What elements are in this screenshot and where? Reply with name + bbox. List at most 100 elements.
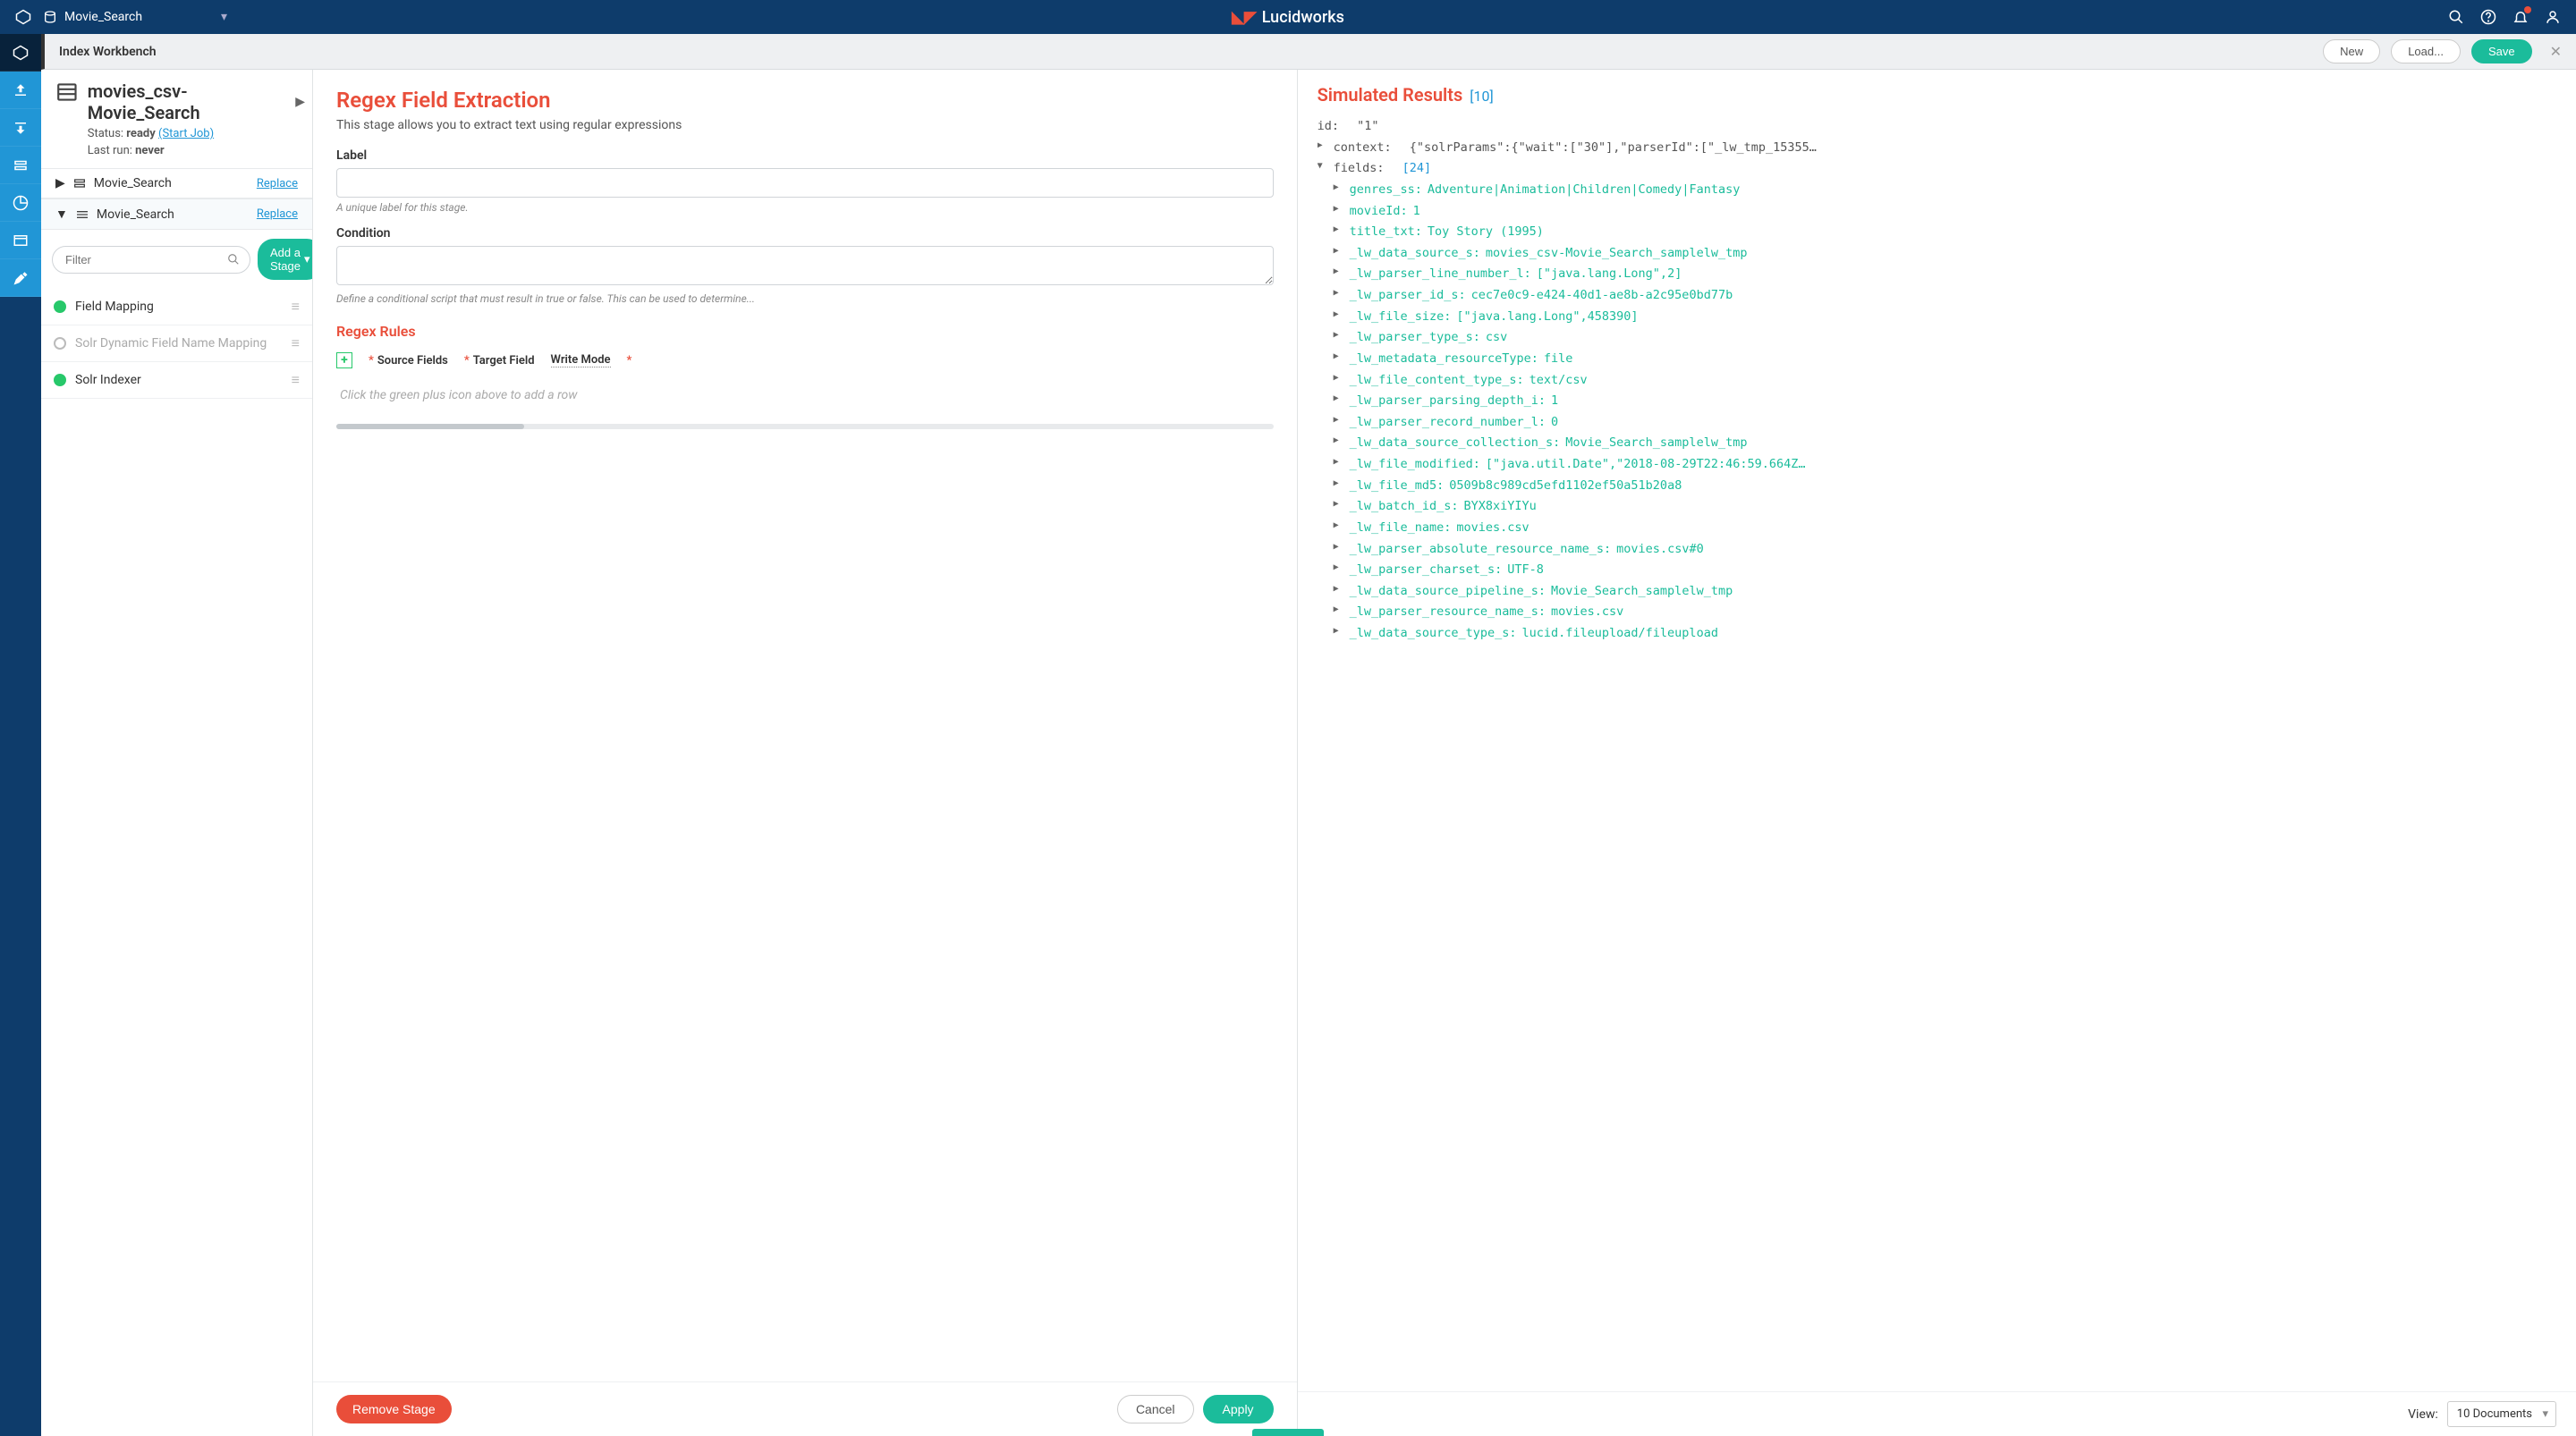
- caret-right-icon[interactable]: ▶: [1334, 433, 1344, 449]
- caret-right-icon[interactable]: ▶: [1334, 602, 1344, 618]
- stage-item[interactable]: Solr Indexer≡: [41, 362, 312, 399]
- start-job-link[interactable]: (Start Job): [158, 127, 214, 140]
- field-row[interactable]: ▶genres_ss: Adventure|Animation|Children…: [1318, 180, 2556, 201]
- load-button[interactable]: Load...: [2391, 39, 2461, 63]
- pipeline-panel: movies_csv-Movie_Search Status: ready (S…: [41, 70, 313, 1436]
- caret-right-icon[interactable]: ▶: [1334, 349, 1344, 365]
- field-row[interactable]: ▶_lw_parser_charset_s: UTF-8: [1318, 560, 2556, 581]
- field-row[interactable]: ▶_lw_parser_parsing_depth_i: 1: [1318, 391, 2556, 412]
- rail-collections[interactable]: [0, 147, 41, 184]
- caret-right-icon[interactable]: ▶: [1334, 285, 1344, 301]
- field-row[interactable]: ▶_lw_file_md5: 0509b8c989cd5efd1102ef50a…: [1318, 476, 2556, 497]
- cancel-button[interactable]: Cancel: [1117, 1395, 1194, 1423]
- accordion-pipeline[interactable]: ▼ Movie_Search Replace: [41, 199, 312, 230]
- chevron-right-icon[interactable]: ▶: [295, 95, 305, 109]
- rail-settings[interactable]: [0, 259, 41, 297]
- datasource-title: movies_csv-Movie_Search: [88, 80, 298, 123]
- notifications-icon[interactable]: [2512, 8, 2529, 26]
- brand-mark-icon: [14, 8, 32, 26]
- field-key: _lw_file_modified:: [1350, 454, 1480, 476]
- replace-link[interactable]: Replace: [257, 207, 298, 221]
- field-row[interactable]: ▶_lw_parser_absolute_resource_name_s: mo…: [1318, 539, 2556, 561]
- field-row[interactable]: ▶_lw_file_size: ["java.lang.Long",458390…: [1318, 307, 2556, 328]
- field-value: lucid.fileupload/fileupload: [1522, 623, 1718, 645]
- field-row[interactable]: ▶_lw_file_content_type_s: text/csv: [1318, 370, 2556, 392]
- rules-header: + *Source Fields *Target Field Write Mod…: [336, 349, 1274, 372]
- label-input[interactable]: [336, 168, 1274, 198]
- field-row[interactable]: ▶_lw_batch_id_s: BYX8xiYIYu: [1318, 496, 2556, 518]
- close-icon[interactable]: ✕: [2550, 43, 2562, 60]
- field-key: _lw_data_source_type_s:: [1350, 623, 1517, 645]
- field-key: _lw_parser_parsing_depth_i:: [1350, 391, 1546, 412]
- caret-right-icon[interactable]: ▶: [1318, 138, 1328, 154]
- field-row[interactable]: ▶ _lw_data_source_type_s: lucid.fileuploa…: [1318, 623, 2556, 645]
- rail-analytics[interactable]: [0, 184, 41, 222]
- pipeline-icon: [75, 207, 89, 222]
- new-button[interactable]: New: [2323, 39, 2380, 63]
- add-stage-button[interactable]: Add a Stage ▾: [258, 239, 313, 280]
- field-row[interactable]: ▶_lw_file_modified: ["java.util.Date","2…: [1318, 454, 2556, 476]
- status-dot-icon: [54, 300, 66, 313]
- field-row[interactable]: ▶_lw_data_source_collection_s: Movie_Sea…: [1318, 433, 2556, 454]
- field-row[interactable]: ▶_lw_parser_record_number_l: 0: [1318, 412, 2556, 434]
- remove-stage-button[interactable]: Remove Stage: [336, 1395, 452, 1423]
- app-selector[interactable]: Movie_Search ▾: [43, 10, 227, 24]
- datasource-status: Status: ready (Start Job): [88, 127, 298, 140]
- stage-label: Solr Dynamic Field Name Mapping: [75, 336, 267, 351]
- add-rule-button[interactable]: +: [336, 352, 352, 368]
- search-icon[interactable]: [2447, 8, 2465, 26]
- field-row[interactable]: ▶_lw_file_name: movies.csv: [1318, 518, 2556, 539]
- field-row[interactable]: ▶_lw_metadata_resourceType: file: [1318, 349, 2556, 370]
- caret-right-icon[interactable]: ▶: [1334, 222, 1344, 238]
- caret-right-icon[interactable]: ▶: [1334, 581, 1344, 597]
- user-icon[interactable]: [2544, 8, 2562, 26]
- caret-right-icon[interactable]: ▶: [1334, 539, 1344, 555]
- caret-right-icon[interactable]: ▶: [1334, 243, 1344, 259]
- stage-item[interactable]: Field Mapping≡: [41, 289, 312, 325]
- accordion-collection[interactable]: ▶ Movie_Search Replace: [41, 168, 312, 199]
- caret-right-icon[interactable]: ▶: [1334, 476, 1344, 492]
- caret-right-icon[interactable]: ▶: [1334, 412, 1344, 428]
- caret-right-icon[interactable]: ▶: [1334, 180, 1344, 196]
- field-row[interactable]: ▶title_txt: Toy Story (1995): [1318, 222, 2556, 243]
- stage-item[interactable]: Solr Dynamic Field Name Mapping ≡: [41, 325, 312, 362]
- field-row[interactable]: ▶_lw_parser_resource_name_s: movies.csv: [1318, 602, 2556, 623]
- caret-right-icon[interactable]: ▶: [1334, 496, 1344, 512]
- rail-index-out[interactable]: [0, 109, 41, 147]
- rail-index-in[interactable]: [0, 72, 41, 109]
- caret-right-icon[interactable]: ▶: [1334, 623, 1344, 639]
- rail-home[interactable]: [0, 34, 41, 72]
- help-icon[interactable]: [2479, 8, 2497, 26]
- field-row[interactable]: ▶_lw_data_source_pipeline_s: Movie_Searc…: [1318, 581, 2556, 603]
- field-row[interactable]: ▶_lw_parser_type_s: csv: [1318, 327, 2556, 349]
- caret-right-icon[interactable]: ▶: [1334, 327, 1344, 343]
- drag-handle-icon[interactable]: ≡: [292, 298, 300, 316]
- caret-down-icon[interactable]: ▼: [1318, 158, 1328, 174]
- rules-empty-hint: Click the green plus icon above to add a…: [336, 372, 1274, 418]
- rail-window[interactable]: [0, 222, 41, 259]
- caret-right-icon[interactable]: ▶: [1334, 560, 1344, 576]
- apply-button[interactable]: Apply: [1203, 1395, 1274, 1423]
- caret-right-icon[interactable]: ▶: [1334, 454, 1344, 470]
- view-documents-select[interactable]: 10 Documents: [2447, 1401, 2556, 1427]
- save-button[interactable]: Save: [2471, 39, 2532, 63]
- stage-filter-input[interactable]: [52, 246, 250, 274]
- replace-link[interactable]: Replace: [257, 177, 298, 190]
- drag-handle-icon[interactable]: ≡: [292, 334, 300, 352]
- field-key: _lw_file_md5:: [1350, 476, 1445, 497]
- caret-right-icon[interactable]: ▶: [1334, 391, 1344, 407]
- field-row[interactable]: ▶_lw_data_source_s: movies_csv-Movie_Sea…: [1318, 243, 2556, 265]
- field-row[interactable]: ▶_lw_parser_line_number_l: ["java.lang.L…: [1318, 264, 2556, 285]
- caret-right-icon[interactable]: ▶: [1334, 307, 1344, 323]
- resize-handle[interactable]: [1252, 1429, 1324, 1436]
- condition-input[interactable]: [336, 246, 1274, 285]
- drag-handle-icon[interactable]: ≡: [292, 371, 300, 389]
- caret-right-icon[interactable]: ▶: [1334, 264, 1344, 280]
- field-row[interactable]: ▶_lw_parser_id_s: cec7e0c9-e424-40d1-ae8…: [1318, 285, 2556, 307]
- caret-right-icon[interactable]: ▶: [1334, 201, 1344, 217]
- caret-right-icon[interactable]: ▶: [1334, 370, 1344, 386]
- field-key: movieId:: [1350, 201, 1408, 223]
- horizontal-scrollbar[interactable]: [336, 424, 1274, 429]
- caret-right-icon[interactable]: ▶: [1334, 518, 1344, 534]
- field-row[interactable]: ▶movieId: 1: [1318, 201, 2556, 223]
